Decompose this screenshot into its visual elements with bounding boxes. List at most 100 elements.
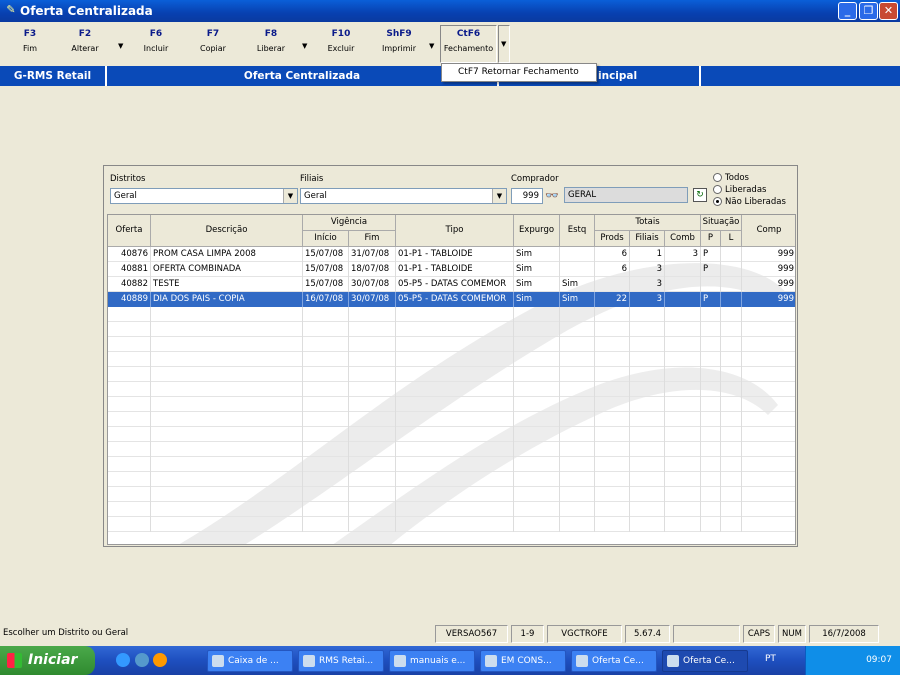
cell-tipo: [396, 322, 514, 337]
alterar-button[interactable]: F2 Alterar: [58, 29, 112, 53]
cell-inicio: 15/07/08: [303, 247, 349, 262]
task-label: RMS Retai...: [319, 656, 374, 666]
table-row[interactable]: 40876 PROM CASA LIMPA 2008 15/07/08 31/07/0…: [108, 247, 795, 262]
col-comp-header[interactable]: Comp: [742, 215, 795, 247]
fim-button[interactable]: F3 Fim: [3, 29, 57, 53]
close-button[interactable]: ✕: [879, 2, 898, 20]
comprador-code-input[interactable]: 999: [511, 188, 543, 204]
media-player-icon[interactable]: [153, 653, 167, 667]
alterar-dropdown-icon[interactable]: ▼: [118, 42, 123, 50]
empty-row[interactable]: [108, 367, 795, 382]
cell-comb: [665, 367, 701, 382]
task-oferta-active[interactable]: Oferta Ce...: [662, 650, 748, 672]
col-expurgo-header[interactable]: Expurgo: [514, 215, 560, 247]
table-row[interactable]: 40882 TESTE 15/07/08 30/07/08 05-P5 - DATAS …: [108, 277, 795, 292]
radio-todos[interactable]: Todos: [713, 173, 749, 183]
task-caixa[interactable]: Caixa de ...: [207, 650, 293, 672]
cell-p: [701, 457, 721, 472]
cell-fim: [349, 442, 396, 457]
cell-comb: [665, 457, 701, 472]
col-fim-header[interactable]: Fim: [349, 231, 396, 247]
empty-row[interactable]: [108, 517, 795, 532]
col-l-header[interactable]: L: [721, 231, 742, 247]
key-label: CtF6: [456, 29, 481, 39]
cell-estq: [560, 442, 595, 457]
refresh-icon[interactable]: ↻: [693, 188, 707, 202]
app-icon: ✎: [6, 3, 16, 16]
col-oferta-header[interactable]: Oferta: [108, 215, 151, 247]
table-row[interactable]: 40889 DIA DOS PAIS - COPIA 16/07/08 30/07/0…: [108, 292, 795, 307]
empty-row[interactable]: [108, 322, 795, 337]
col-comb-header[interactable]: Comb: [665, 231, 701, 247]
liberar-button[interactable]: F8 Liberar: [244, 29, 298, 53]
incluir-button[interactable]: F6 Incluir: [129, 29, 183, 53]
distritos-combo[interactable]: Geral ▼: [110, 188, 298, 204]
table-row[interactable]: 40881 OFERTA COMBINADA 15/07/08 18/07/08 01-…: [108, 262, 795, 277]
status-pages: 1-9: [511, 625, 544, 643]
empty-row[interactable]: [108, 397, 795, 412]
empty-row[interactable]: [108, 442, 795, 457]
cell-tipo: 05-P5 - DATAS COMEMOR: [396, 277, 514, 292]
cell-tipo: [396, 502, 514, 517]
empty-row[interactable]: [108, 352, 795, 367]
empty-row[interactable]: [108, 337, 795, 352]
radio-circle: [713, 185, 722, 194]
imprimir-dropdown-icon[interactable]: ▼: [429, 42, 434, 50]
col-inicio-header[interactable]: Início: [303, 231, 349, 247]
filiais-combo[interactable]: Geral ▼: [300, 188, 507, 204]
empty-row[interactable]: [108, 382, 795, 397]
cell-expurgo: [514, 472, 560, 487]
cell-fim: [349, 337, 396, 352]
minimize-button[interactable]: _: [838, 2, 857, 20]
empty-row[interactable]: [108, 307, 795, 322]
empty-row[interactable]: [108, 427, 795, 442]
col-tipo-header[interactable]: Tipo: [396, 215, 514, 247]
empty-row[interactable]: [108, 412, 795, 427]
task-manuais[interactable]: manuais e...: [389, 650, 475, 672]
cell-inicio: [303, 337, 349, 352]
language-indicator[interactable]: PT: [765, 654, 776, 664]
col-descricao-header[interactable]: Descrição: [151, 215, 303, 247]
empty-row[interactable]: [108, 502, 795, 517]
cell-tipo: [396, 397, 514, 412]
binoculars-icon[interactable]: 👓: [545, 189, 559, 202]
imprimir-button[interactable]: ShF9 Imprimir: [372, 29, 426, 53]
copiar-button[interactable]: F7 Copiar: [186, 29, 240, 53]
col-filiais-header[interactable]: Filiais: [630, 231, 665, 247]
cell-filiais: [630, 502, 665, 517]
chevron-down-icon[interactable]: ▼: [492, 189, 506, 203]
cell-inicio: [303, 427, 349, 442]
quicklaunch-icon[interactable]: [135, 653, 149, 667]
cell-comb: [665, 337, 701, 352]
start-button[interactable]: Iniciar: [0, 646, 95, 675]
toolbar: F3 Fim F2 Alterar ▼ F6 Incluir F7 Copiar F8 L…: [0, 22, 900, 66]
task-oferta-word[interactable]: Oferta Ce...: [571, 650, 657, 672]
ie-icon[interactable]: [116, 653, 130, 667]
empty-row[interactable]: [108, 457, 795, 472]
radio-liberadas[interactable]: Liberadas: [713, 185, 766, 195]
task-rms-retail[interactable]: RMS Retai...: [298, 650, 384, 672]
cell-inicio: [303, 412, 349, 427]
cell-comp: [742, 487, 795, 502]
empty-row[interactable]: [108, 472, 795, 487]
cell-tipo: [396, 352, 514, 367]
excluir-button[interactable]: F10 Excluir: [314, 29, 368, 53]
cell-inicio: [303, 442, 349, 457]
fechamento-button[interactable]: CtF6 Fechamento: [440, 25, 497, 63]
col-prods-header[interactable]: Prods: [595, 231, 630, 247]
liberar-dropdown-icon[interactable]: ▼: [302, 42, 307, 50]
fechamento-dropdown-icon[interactable]: ▼: [498, 25, 510, 63]
chevron-down-icon[interactable]: ▼: [283, 189, 297, 203]
empty-row[interactable]: [108, 487, 795, 502]
col-p-header[interactable]: P: [701, 231, 721, 247]
col-vigencia-header: Vigência: [303, 215, 396, 231]
radio-nao-liberadas[interactable]: Não Liberadas: [713, 197, 786, 207]
cell-p: [701, 427, 721, 442]
cell-prods: [595, 442, 630, 457]
col-estq-header[interactable]: Estq: [560, 215, 595, 247]
cell-p: [701, 382, 721, 397]
maximize-button[interactable]: ❐: [859, 2, 878, 20]
menu-item-retornar-fechamento[interactable]: CtF7 Retornar Fechamento: [458, 67, 579, 77]
task-em-cons[interactable]: EM CONS...: [480, 650, 566, 672]
cell-comp: [742, 367, 795, 382]
